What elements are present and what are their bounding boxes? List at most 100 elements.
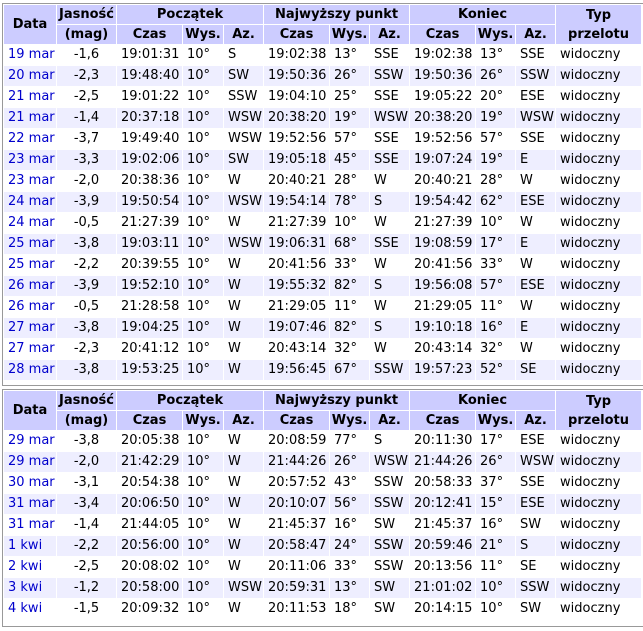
cell-date[interactable]: 21 mar <box>3 86 57 108</box>
cell-date[interactable]: 19 mar <box>3 44 57 66</box>
header-end-az: Az. <box>515 410 557 431</box>
cell-start-time: 20:06:50 <box>116 493 183 515</box>
cell-highest-az: S <box>369 430 411 452</box>
cell-magnitude: -2,2 <box>56 535 117 557</box>
cell-start-alt: 10° <box>182 170 224 192</box>
cell-start-alt: 10° <box>182 233 224 255</box>
cell-highest-alt: 68° <box>329 233 371 255</box>
cell-start-alt: 10° <box>182 493 224 515</box>
cell-end-time: 20:41:56 <box>409 254 477 276</box>
cell-magnitude: -0,5 <box>56 296 117 318</box>
cell-end-time: 19:05:22 <box>409 86 477 108</box>
cell-end-alt: 21° <box>475 535 517 557</box>
cell-end-alt: 28° <box>475 170 517 192</box>
cell-highest-time: 20:10:07 <box>263 493 331 515</box>
cell-highest-alt: 77° <box>329 430 371 452</box>
cell-end-az: S <box>515 535 557 557</box>
cell-date[interactable]: 23 mar <box>3 149 57 171</box>
cell-pass-type: widoczny <box>555 65 643 87</box>
cell-end-time: 19:54:42 <box>409 191 477 213</box>
cell-date[interactable]: 28 mar <box>3 359 57 381</box>
cell-end-alt: 16° <box>475 514 517 536</box>
table-row: 23 mar -2,0 20:38:36 10° W 20:40:21 28° W 20:40:… <box>3 170 643 192</box>
page: Data Jasność Początek Najwyższy punkt Ko… <box>0 0 643 631</box>
cell-highest-time: 19:50:36 <box>263 65 331 87</box>
cell-highest-az: SW <box>369 514 411 536</box>
table-row: 24 mar -3,9 19:50:54 10° WSW 19:54:14 78° S 19:5… <box>3 191 643 213</box>
cell-date[interactable]: 2 kwi <box>3 556 57 578</box>
cell-start-time: 19:52:10 <box>116 275 183 297</box>
table-row: 21 mar -2,5 19:01:22 10° SSW 19:04:10 25° SSE 19… <box>3 86 643 108</box>
cell-pass-type: widoczny <box>555 577 643 599</box>
cell-start-time: 19:04:25 <box>116 317 183 339</box>
header-highest-alt: Wys. <box>329 24 371 45</box>
cell-pass-type: widoczny <box>555 493 643 515</box>
cell-date[interactable]: 1 kwi <box>3 535 57 557</box>
cell-highest-az: SSE <box>369 233 411 255</box>
cell-date[interactable]: 25 mar <box>3 233 57 255</box>
cell-magnitude: -3,8 <box>56 317 117 339</box>
cell-start-alt: 10° <box>182 514 224 536</box>
cell-end-az: SSE <box>515 472 557 494</box>
cell-start-alt: 10° <box>182 430 224 452</box>
cell-start-alt: 10° <box>182 107 224 129</box>
cell-highest-time: 21:44:26 <box>263 451 331 473</box>
cell-start-alt: 10° <box>182 472 224 494</box>
table-row: 28 mar -3,8 19:53:25 10° W 19:56:45 67° SSW 19:5… <box>3 359 643 381</box>
cell-date[interactable]: 4 kwi <box>3 598 57 620</box>
cell-end-time: 21:44:26 <box>409 451 477 473</box>
cell-start-time: 20:41:12 <box>116 338 183 360</box>
passes-table-2-body: 29 mar -3,8 20:05:38 10° W 20:08:59 77° S 20:11:… <box>3 430 643 620</box>
cell-end-alt: 10° <box>475 577 517 599</box>
cell-start-alt: 10° <box>182 212 224 234</box>
cell-date[interactable]: 20 mar <box>3 65 57 87</box>
table-row: 27 mar -3,8 19:04:25 10° W 19:07:46 82° S 19:10:… <box>3 317 643 339</box>
header-start-alt: Wys. <box>182 410 224 431</box>
cell-date[interactable]: 29 mar <box>3 430 57 452</box>
cell-magnitude: -3,3 <box>56 149 117 171</box>
cell-start-az: WSW <box>222 107 265 129</box>
cell-magnitude: -2,0 <box>56 451 117 473</box>
cell-date[interactable]: 23 mar <box>3 170 57 192</box>
cell-highest-az: SSW <box>369 65 411 87</box>
cell-date[interactable]: 26 mar <box>3 296 57 318</box>
header-magnitude-unit: (mag) <box>56 410 117 431</box>
cell-pass-type: widoczny <box>555 296 643 318</box>
cell-end-alt: 15° <box>475 493 517 515</box>
cell-date[interactable]: 27 mar <box>3 317 57 339</box>
cell-highest-time: 20:41:56 <box>263 254 331 276</box>
cell-end-az: WSW <box>515 107 557 129</box>
cell-highest-alt: 10° <box>329 212 371 234</box>
cell-date[interactable]: 27 mar <box>3 338 57 360</box>
cell-start-alt: 10° <box>182 598 224 620</box>
cell-highest-time: 20:11:53 <box>263 598 331 620</box>
cell-start-az: W <box>222 317 265 339</box>
cell-end-alt: 19° <box>475 149 517 171</box>
cell-highest-az: WSW <box>369 107 411 129</box>
cell-date[interactable]: 31 mar <box>3 493 57 515</box>
cell-date[interactable]: 24 mar <box>3 212 57 234</box>
cell-date[interactable]: 29 mar <box>3 451 57 473</box>
cell-start-az: W <box>222 170 265 192</box>
cell-start-az: SSW <box>222 86 265 108</box>
cell-end-az: ESE <box>515 493 557 515</box>
cell-highest-time: 21:29:05 <box>263 296 331 318</box>
cell-date[interactable]: 22 mar <box>3 128 57 150</box>
cell-end-az: E <box>515 317 557 339</box>
cell-start-time: 20:05:38 <box>116 430 183 452</box>
cell-end-time: 19:07:24 <box>409 149 477 171</box>
cell-date[interactable]: 30 mar <box>3 472 57 494</box>
cell-magnitude: -2,3 <box>56 338 117 360</box>
table-row: 25 mar -2,2 20:39:55 10° W 20:41:56 33° W 20:41:… <box>3 254 643 276</box>
cell-date[interactable]: 21 mar <box>3 107 57 129</box>
cell-date[interactable]: 24 mar <box>3 191 57 213</box>
cell-magnitude: -3,1 <box>56 472 117 494</box>
cell-magnitude: -1,4 <box>56 514 117 536</box>
header-start-az: Az. <box>222 24 265 45</box>
cell-date[interactable]: 31 mar <box>3 514 57 536</box>
cell-date[interactable]: 3 kwi <box>3 577 57 599</box>
cell-date[interactable]: 25 mar <box>3 254 57 276</box>
cell-date[interactable]: 26 mar <box>3 275 57 297</box>
cell-start-alt: 10° <box>182 338 224 360</box>
header-highest-time: Czas <box>263 410 331 431</box>
